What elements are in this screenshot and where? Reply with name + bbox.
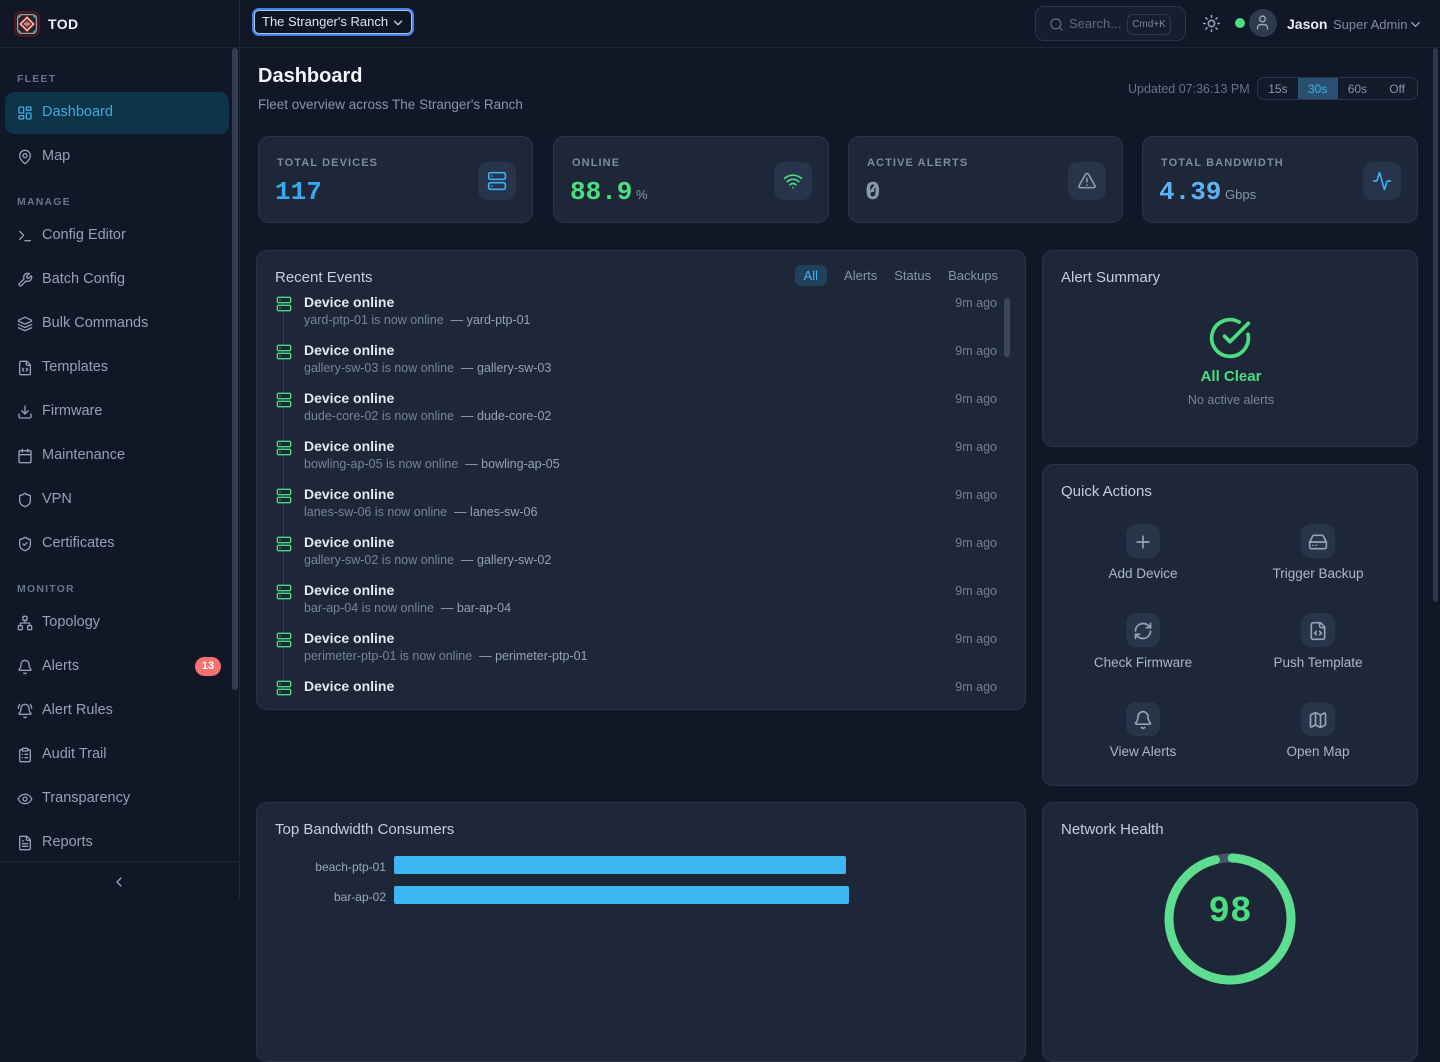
svg-text:98: 98 bbox=[1208, 891, 1251, 932]
